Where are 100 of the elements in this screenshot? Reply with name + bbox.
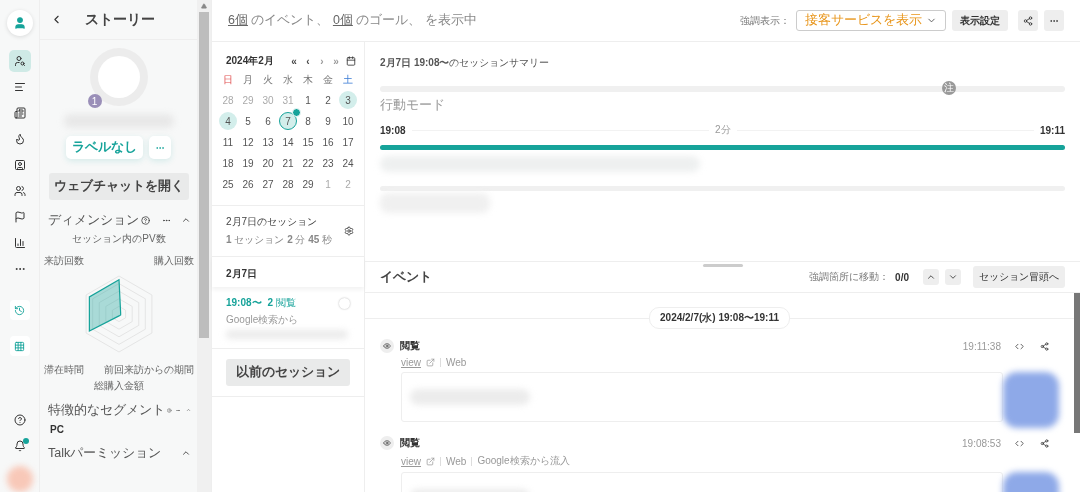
webchat-button[interactable]: ウェブチャットを開く	[48, 173, 189, 200]
calendar-day[interactable]: 22	[299, 154, 317, 172]
calendar-day[interactable]: 2	[319, 91, 337, 109]
section-title: Talkパーミッション	[48, 444, 162, 462]
calendar-day[interactable]: 13	[259, 133, 277, 151]
weekday-label: 金	[322, 73, 334, 87]
share-button[interactable]	[1018, 10, 1038, 31]
calendar-day[interactable]: 14	[279, 133, 297, 151]
calendar-day[interactable]: 28	[279, 175, 297, 193]
grid-icon	[14, 340, 25, 352]
thumbnail-placeholder	[1003, 372, 1059, 428]
calendar-day[interactable]: 21	[279, 154, 297, 172]
drag-handle[interactable]	[702, 264, 743, 267]
calendar-day[interactable]: 15	[299, 133, 317, 151]
session-time: 19:08〜	[226, 296, 262, 310]
event-time: 19:08:53	[962, 437, 1001, 449]
next-button[interactable]	[945, 269, 961, 285]
calendar-day[interactable]: 6	[259, 112, 277, 130]
month-nav-button[interactable]: «	[287, 55, 301, 67]
calendar-day[interactable]: 26	[239, 175, 257, 193]
jump-label: 強調箇所に移動：	[809, 270, 890, 284]
previous-button[interactable]	[923, 269, 939, 285]
month-title: 2024年2月	[226, 54, 275, 68]
calendar-day[interactable]: 3	[339, 91, 357, 109]
section-title: ディメンション	[48, 211, 139, 229]
date-range-pill: 2024/2/7(水) 19:08〜19:11	[649, 307, 790, 329]
share-icon[interactable]	[1040, 341, 1049, 351]
calendar-day[interactable]: 1	[299, 91, 317, 109]
list-icon	[13, 81, 26, 93]
external-link-icon[interactable]	[426, 456, 435, 466]
external-link-icon[interactable]	[426, 358, 435, 367]
events-title: イベント	[380, 268, 433, 286]
selected-dot	[292, 108, 301, 117]
display-settings-button[interactable]: 表示設定	[952, 10, 1008, 31]
segment-value: PC	[49, 423, 65, 437]
panel-title: ストーリー	[85, 10, 155, 29]
calendar-day[interactable]: 20	[259, 154, 277, 172]
calendar-icon[interactable]	[346, 56, 356, 66]
weekday-label: 火	[262, 73, 274, 87]
weekday-label: 木	[302, 73, 314, 87]
session-stats: 1 セッション 2 分 45 秒	[226, 233, 334, 247]
date-heading: 2月7日	[226, 268, 258, 279]
jump-count: 0/0	[895, 271, 909, 283]
user-avatar[interactable]	[6, 10, 33, 36]
calendar-day[interactable]: 16	[319, 133, 337, 151]
calendar-day[interactable]: 29	[299, 175, 317, 193]
calendar-day[interactable]: 4	[219, 112, 237, 130]
previous-sessions-button[interactable]: 以前のセッション	[226, 359, 350, 386]
grid-button[interactable]	[9, 336, 30, 356]
code-icon[interactable]	[1015, 438, 1024, 448]
calendar-day[interactable]: 5	[239, 112, 257, 130]
month-nav-button[interactable]: ‹	[301, 55, 315, 67]
event-summary-text: 6個 のイベント、 0個 のゴール、 を表示中	[228, 12, 477, 29]
calendar-day[interactable]: 8	[299, 112, 317, 130]
weekday-label: 月	[242, 73, 254, 87]
calendar-day[interactable]: 9	[319, 112, 337, 130]
source-label: Google検索から流入	[477, 454, 570, 468]
users-icon	[13, 185, 26, 197]
weekday-label: 土	[342, 73, 354, 87]
user-card-icon	[13, 159, 26, 171]
eye-icon	[380, 339, 394, 353]
calendar-day[interactable]: 18	[219, 154, 237, 172]
session-source: Google検索から	[226, 313, 300, 327]
axis-label: 前回来訪からの期間	[104, 364, 194, 375]
start-time: 19:08	[380, 124, 406, 136]
end-time: 19:11	[1040, 124, 1065, 136]
calendar-day[interactable]: 17	[339, 133, 357, 151]
calendar-day[interactable]: 19	[239, 154, 257, 172]
more-button[interactable]	[1044, 10, 1064, 31]
calendar-day[interactable]: 11	[219, 133, 237, 151]
event-title: 閲覧	[400, 339, 421, 353]
settings-icon[interactable]	[344, 226, 354, 236]
events-link[interactable]: 6個	[228, 13, 248, 27]
axis-label: 総購入金額	[94, 380, 144, 391]
scroll-up-icon[interactable]	[201, 3, 208, 9]
user-icon	[12, 16, 27, 30]
code-icon[interactable]	[1015, 341, 1024, 351]
eye-icon	[380, 436, 394, 450]
share-icon[interactable]	[1040, 438, 1049, 448]
nav-button[interactable]	[8, 50, 31, 72]
session-start-button[interactable]: セッション冒頭へ	[973, 266, 1065, 288]
calendar-day[interactable]: 10	[339, 112, 357, 130]
section-title: 特徴的なセグメント	[48, 401, 165, 419]
count-badge: 1	[87, 94, 102, 108]
calendar-day[interactable]: 12	[239, 133, 257, 151]
history-button[interactable]	[9, 300, 30, 320]
calendar-day[interactable]: 25	[219, 175, 237, 193]
event-time: 19:11:38	[962, 340, 1001, 352]
view-count: 2 閲覧	[267, 296, 296, 310]
bar-chart-icon	[13, 237, 26, 249]
event-title: 閲覧	[400, 436, 421, 450]
scrollbar[interactable]	[197, 0, 211, 492]
calendar-day[interactable]: 24	[339, 154, 357, 172]
calendar-day[interactable]: 27	[259, 175, 277, 193]
axis-label: 滞在時間	[44, 364, 84, 375]
bell-button[interactable]	[13, 440, 26, 452]
share-icon	[1023, 15, 1033, 26]
goals-link[interactable]: 0個	[332, 13, 353, 27]
calendar-day[interactable]: 23	[319, 154, 337, 172]
user-search-icon	[13, 55, 26, 67]
